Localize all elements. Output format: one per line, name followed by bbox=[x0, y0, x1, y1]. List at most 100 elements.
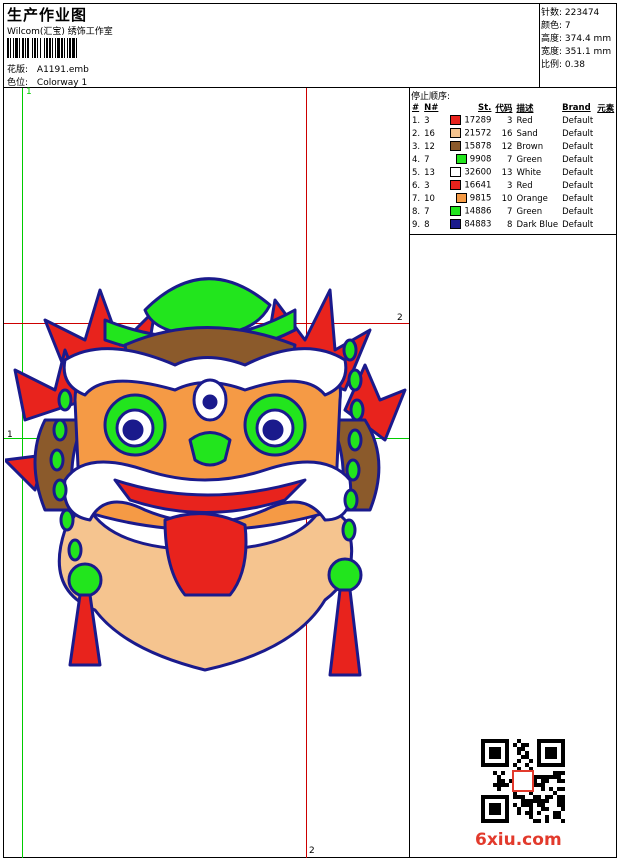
header-divider bbox=[3, 87, 617, 88]
col-stitches: St. bbox=[478, 102, 492, 113]
col-element: 元素 bbox=[597, 103, 615, 114]
row-needle: 3 bbox=[424, 180, 430, 191]
row-desc: Green bbox=[516, 206, 543, 217]
design-file-label: 花版: bbox=[7, 65, 29, 75]
row-stitches: 14886 bbox=[448, 205, 493, 218]
row-needle: 3 bbox=[424, 115, 430, 126]
row-brand: Default bbox=[562, 206, 594, 217]
row-code: 7 bbox=[507, 154, 513, 165]
row-brand: Default bbox=[562, 154, 594, 165]
table-row: 4. 7 9908 7 Green Default bbox=[410, 153, 616, 166]
row-index: 5. bbox=[412, 167, 421, 178]
table-divider bbox=[409, 234, 617, 235]
table-header-row: # N# St. 代码 描述 Brand 元素 bbox=[410, 101, 616, 114]
row-index: 8. bbox=[412, 206, 421, 217]
row-index: 9. bbox=[412, 219, 421, 230]
row-desc: Orange bbox=[516, 193, 548, 204]
row-element bbox=[595, 127, 616, 140]
col-index: # bbox=[412, 102, 420, 113]
colorway-row: 色位: Colorway 1 bbox=[7, 75, 87, 88]
row-index: 6. bbox=[412, 180, 421, 191]
row-desc: Dark Blue bbox=[516, 219, 559, 230]
qr-code bbox=[481, 739, 565, 823]
row-element bbox=[595, 153, 616, 166]
spec-scale: 比例: 0.38 bbox=[541, 60, 585, 70]
color-swatch bbox=[450, 141, 462, 152]
row-code: 8 bbox=[507, 219, 513, 230]
guide-label-v2: 2 bbox=[309, 846, 315, 856]
row-brand: Default bbox=[562, 167, 594, 178]
row-code: 10 bbox=[501, 193, 513, 204]
row-stitches: 21572 bbox=[448, 127, 493, 140]
row-needle: 10 bbox=[424, 193, 435, 204]
colorway-value: Colorway 1 bbox=[36, 78, 88, 88]
color-swatch bbox=[455, 154, 467, 165]
spec-colors: 颜色: 7 bbox=[541, 21, 571, 31]
row-needle: 7 bbox=[424, 206, 430, 217]
color-swatch bbox=[450, 219, 462, 230]
row-index: 2. bbox=[412, 128, 421, 139]
row-brand: Default bbox=[562, 115, 594, 126]
table-row: 5. 13 32600 13 White Default bbox=[410, 166, 616, 179]
row-desc: Brown bbox=[516, 141, 544, 152]
row-element bbox=[595, 205, 616, 218]
row-index: 4. bbox=[412, 154, 421, 165]
row-index: 7. bbox=[412, 193, 421, 204]
row-desc: Red bbox=[516, 180, 533, 191]
row-brand: Default bbox=[562, 219, 594, 230]
table-row: 9. 8 84883 8 Dark Blue Default bbox=[410, 218, 616, 231]
table-row: 1. 3 17289 3 Red Default bbox=[410, 114, 616, 127]
row-needle: 16 bbox=[424, 128, 435, 139]
row-element bbox=[595, 166, 616, 179]
row-code: 7 bbox=[507, 206, 513, 217]
barcode bbox=[7, 38, 77, 58]
spec-height: 高度: 374.4 mm bbox=[541, 34, 612, 44]
col-needle: N# bbox=[424, 102, 439, 113]
spec-divider bbox=[539, 3, 540, 87]
row-stitches: 9908 bbox=[448, 153, 493, 166]
row-needle: 12 bbox=[424, 141, 435, 152]
stop-sequence-table: # N# St. 代码 描述 Brand 元素 1. 3 17289 3 Red Defa… bbox=[410, 101, 616, 231]
company-name: Wilcom(汇宝) 绣饰工作室 bbox=[7, 27, 113, 37]
row-needle: 8 bbox=[424, 219, 430, 230]
color-swatch bbox=[455, 193, 467, 204]
embroidery-design bbox=[5, 277, 407, 677]
col-brand: Brand bbox=[562, 102, 591, 113]
col-desc: 描述 bbox=[516, 103, 534, 114]
row-stitches: 9815 bbox=[448, 192, 493, 205]
colorway-label: 色位: bbox=[7, 78, 29, 88]
row-element bbox=[595, 179, 616, 192]
page-title: 生产作业图 bbox=[7, 6, 88, 24]
spec-width: 宽度: 351.1 mm bbox=[541, 47, 612, 57]
watermark-site: 6xiu.com bbox=[475, 830, 562, 850]
guide-label-v1: 1 bbox=[26, 87, 32, 97]
color-swatch bbox=[450, 206, 462, 217]
row-index: 1. bbox=[412, 115, 421, 126]
color-swatch bbox=[450, 167, 462, 178]
row-brand: Default bbox=[562, 128, 594, 139]
color-swatch bbox=[450, 180, 462, 191]
row-stitches: 17289 bbox=[448, 114, 493, 127]
col-code: 代码 bbox=[495, 103, 513, 114]
row-stitches: 32600 bbox=[448, 166, 493, 179]
row-desc: Sand bbox=[516, 128, 538, 139]
color-swatch bbox=[450, 128, 462, 139]
row-index: 3. bbox=[412, 141, 421, 152]
table-row: 3. 12 15878 12 Brown Default bbox=[410, 140, 616, 153]
row-element bbox=[595, 114, 616, 127]
row-code: 3 bbox=[507, 180, 513, 191]
design-file-row: 花版: A1191.emb bbox=[7, 62, 89, 75]
table-row: 7. 10 9815 10 Orange Default bbox=[410, 192, 616, 205]
row-stitches: 16641 bbox=[448, 179, 493, 192]
row-desc: White bbox=[516, 167, 542, 178]
row-desc: Red bbox=[516, 115, 533, 126]
row-needle: 7 bbox=[424, 154, 430, 165]
row-code: 3 bbox=[507, 115, 513, 126]
row-code: 13 bbox=[501, 167, 513, 178]
table-row: 6. 3 16641 3 Red Default bbox=[410, 179, 616, 192]
row-element bbox=[595, 192, 616, 205]
table-row: 8. 7 14886 7 Green Default bbox=[410, 205, 616, 218]
row-brand: Default bbox=[562, 141, 594, 152]
row-element bbox=[595, 140, 616, 153]
row-brand: Default bbox=[562, 180, 594, 191]
